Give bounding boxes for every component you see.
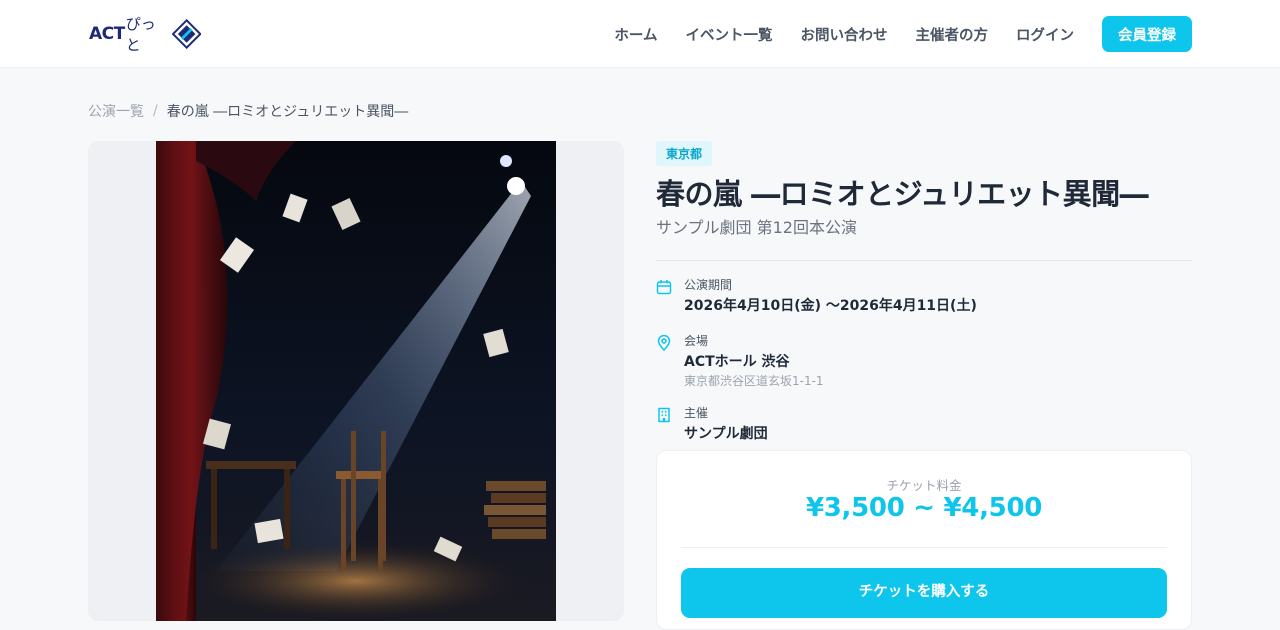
breadcrumb: 公演一覧 / 春の嵐 ―ロミオとジュリエット異聞― (88, 101, 408, 121)
period-value: 2026年4月10日(金) ～2026年4月11日(土) (684, 298, 977, 314)
organizer-label: 主催 (684, 406, 709, 420)
info-period: 公演期間 2026年4月10日(金) ～2026年4月11日(土) (656, 277, 1192, 317)
info-organizer: 主催 サンプル劇団 (656, 405, 1192, 445)
logo-kana: ぴっと (125, 15, 156, 54)
logo-text: ACT (89, 24, 125, 44)
nav-organizers[interactable]: 主催者の方 (916, 24, 989, 45)
venue-name: ACTホール 渋谷 (684, 354, 790, 370)
event-image-panel (88, 141, 624, 621)
breadcrumb-current: 春の嵐 ―ロミオとジュリエット異聞― (166, 104, 409, 120)
event-details: 東京都 春の嵐 ―ロミオとジュリエット異聞― サンプル劇団 第12回本公演 公演… (656, 141, 1192, 445)
building-icon (658, 407, 670, 423)
prefecture-tag: 東京都 (656, 141, 713, 166)
location-pin-icon (657, 335, 671, 351)
buy-ticket-button[interactable]: チケットを購入する (681, 568, 1167, 618)
ticket-price-card: チケット料金 ¥3,500 ~ ¥4,500 チケットを購入する (656, 450, 1192, 630)
nav-contact[interactable]: お問い合わせ (801, 24, 888, 45)
details-divider (656, 260, 1192, 261)
ticket-price-label: チケット料金 (886, 478, 962, 493)
info-venue: 会場 ACTホール 渋谷 東京都渋谷区道玄坂1-1-1 (656, 333, 1192, 389)
nav-home[interactable]: ホーム (614, 24, 657, 45)
breadcrumb-parent[interactable]: 公演一覧 (88, 101, 144, 121)
calendar-icon (656, 280, 672, 295)
period-label: 公演期間 (684, 278, 733, 292)
main-nav: ホーム イベント一覧 お問い合わせ 主催者の方 ログイン 会員登録 (586, 16, 1192, 52)
register-button[interactable]: 会員登録 (1102, 16, 1192, 52)
breadcrumb-separator: / (153, 103, 158, 119)
venue-address: 東京都渋谷区道玄坂1-1-1 (684, 374, 824, 388)
logo-mark-icon (171, 19, 201, 49)
site-header: ACT ぴっと ホーム イベント一覧 お問い合わせ 主催者の方 ログイン 会員登… (0, 0, 1280, 68)
site-logo[interactable]: ACT ぴっと (89, 15, 201, 54)
nav-events[interactable]: イベント一覧 (686, 24, 773, 45)
ticket-price-range: ¥3,500 ~ ¥4,500 (805, 493, 1043, 523)
price-divider (681, 547, 1167, 548)
event-poster-image (156, 141, 556, 621)
organizer-name: サンプル劇団 (684, 426, 768, 442)
venue-label: 会場 (684, 334, 709, 348)
event-subtitle: サンプル劇団 第12回本公演 (656, 218, 857, 237)
event-title: 春の嵐 ―ロミオとジュリエット異聞― (656, 177, 1149, 211)
nav-login[interactable]: ログイン (1016, 24, 1074, 45)
